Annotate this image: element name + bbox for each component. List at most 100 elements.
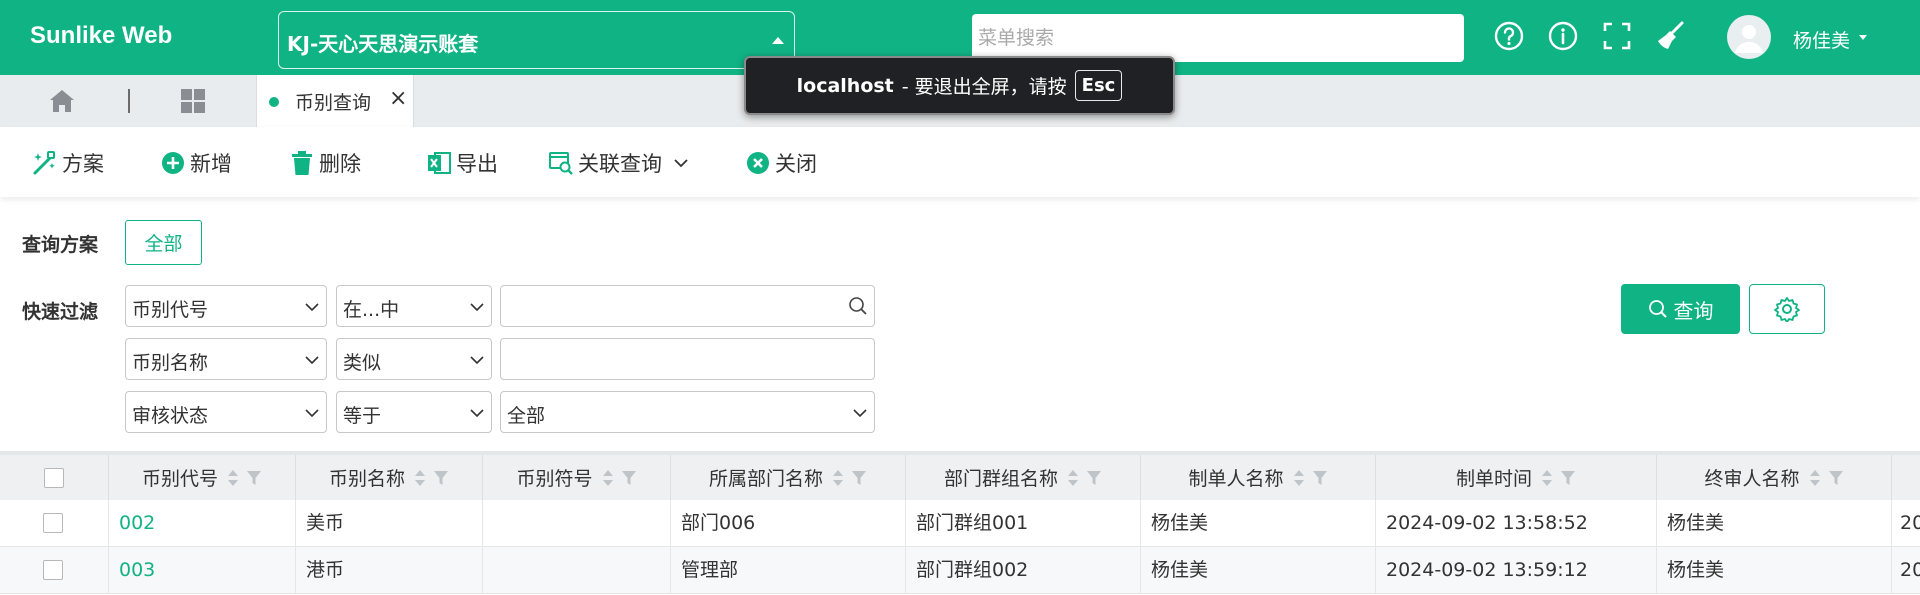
table-cell: 杨佳美 bbox=[1657, 500, 1892, 546]
account-selector[interactable]: KJ-天心天思演示账套 bbox=[278, 11, 795, 69]
export-button[interactable]: 导出 bbox=[426, 147, 498, 179]
help-circle-icon[interactable] bbox=[1493, 20, 1525, 52]
table-cell: 2024-09-02 13:59:12 bbox=[1376, 547, 1657, 593]
sort-icon[interactable] bbox=[601, 468, 615, 488]
search-icon[interactable] bbox=[848, 296, 868, 316]
table-cell: 部门006 bbox=[671, 500, 906, 546]
filter-operator-select-2[interactable]: 类似 bbox=[336, 338, 492, 380]
sort-icon[interactable] bbox=[1292, 468, 1306, 488]
excel-icon bbox=[428, 152, 451, 174]
row-select-cell bbox=[0, 500, 109, 546]
table-row[interactable]: 002 美币 部门006 部门群组001 杨佳美 2024-09-02 13:5… bbox=[0, 500, 1920, 547]
trash-icon bbox=[292, 151, 312, 175]
quick-filter-label: 快速过滤 bbox=[22, 301, 99, 323]
sort-icon[interactable] bbox=[831, 468, 845, 488]
info-circle-icon[interactable] bbox=[1547, 20, 1579, 52]
filter-icon[interactable] bbox=[246, 469, 262, 487]
active-dot-icon bbox=[269, 97, 279, 107]
filter-icon[interactable] bbox=[1312, 469, 1328, 487]
sort-icon[interactable] bbox=[226, 468, 240, 488]
chevron-down-icon bbox=[470, 303, 484, 312]
table-cell: 部门群组001 bbox=[906, 500, 1141, 546]
sort-icon[interactable] bbox=[1066, 468, 1080, 488]
column-header[interactable]: 终审人名称 bbox=[1657, 455, 1892, 500]
filter-field-select-1[interactable]: 币别代号 bbox=[125, 285, 327, 327]
delete-button[interactable]: 删除 bbox=[289, 147, 361, 179]
delete-button-label: 删除 bbox=[319, 152, 361, 176]
settings-button[interactable] bbox=[1749, 284, 1825, 334]
filter-icon[interactable] bbox=[851, 469, 867, 487]
chevron-down-icon[interactable] bbox=[1859, 35, 1867, 40]
scheme-button[interactable]: 方案 bbox=[32, 147, 104, 179]
row-checkbox[interactable] bbox=[43, 513, 63, 533]
column-header[interactable]: 制单人名称 bbox=[1141, 455, 1376, 500]
tab-currency-query[interactable]: 币别查询 × bbox=[256, 75, 414, 127]
filter-icon[interactable] bbox=[1828, 469, 1844, 487]
sort-icon[interactable] bbox=[1540, 468, 1554, 488]
related-search-icon bbox=[549, 152, 573, 175]
user-name[interactable]: 杨佳美 bbox=[1793, 26, 1850, 53]
filter-value-select-3[interactable]: 全部 bbox=[500, 391, 875, 433]
filter-field-select-2[interactable]: 币别名称 bbox=[125, 338, 327, 380]
broom-icon[interactable] bbox=[1655, 20, 1687, 52]
filter-value-input-2[interactable] bbox=[500, 338, 875, 380]
scheme-wand-icon bbox=[33, 151, 55, 175]
chevron-down-icon bbox=[305, 303, 319, 312]
export-button-label: 导出 bbox=[456, 152, 498, 176]
close-icon[interactable]: × bbox=[389, 86, 407, 111]
column-header[interactable]: 币别符号 bbox=[483, 455, 671, 500]
grid-icon[interactable] bbox=[178, 86, 208, 116]
close-button[interactable]: 关闭 bbox=[745, 147, 817, 179]
query-button[interactable]: 查询 bbox=[1621, 284, 1740, 334]
fullscreen-notice-host: localhost bbox=[796, 74, 894, 97]
scheme-button-label: 方案 bbox=[62, 152, 104, 176]
table-cell bbox=[483, 500, 671, 546]
sort-icon[interactable] bbox=[1808, 468, 1822, 488]
chevron-down-icon bbox=[305, 409, 319, 418]
table-cell: 部门群组002 bbox=[906, 547, 1141, 593]
column-header[interactable]: 币别代号 bbox=[109, 455, 296, 500]
search-icon bbox=[1648, 300, 1667, 318]
column-header[interactable]: 部门群组名称 bbox=[906, 455, 1141, 500]
currency-code-link[interactable]: 002 bbox=[109, 500, 296, 546]
gear-icon bbox=[1774, 297, 1800, 322]
select-all-checkbox[interactable] bbox=[44, 467, 64, 488]
filter-operator-select-3[interactable]: 等于 bbox=[336, 391, 492, 433]
brand-logo: Sunlike Web bbox=[30, 22, 173, 49]
related-query-button[interactable]: 关联查询 bbox=[548, 147, 694, 179]
currency-grid: 币别代号 币别名称 币别符号 所属部门名称 部门群组名称 制单人名称 制单时间 … bbox=[0, 451, 1920, 595]
filter-field-select-3[interactable]: 审核状态 bbox=[125, 391, 327, 433]
column-header[interactable]: 所属部门名称 bbox=[671, 455, 906, 500]
caret-up-icon bbox=[772, 37, 784, 44]
filter-icon[interactable] bbox=[1560, 469, 1576, 487]
menu-search-input[interactable] bbox=[972, 14, 1464, 62]
column-header[interactable]: 制单时间 bbox=[1376, 455, 1657, 500]
scheme-all-button[interactable]: 全部 bbox=[125, 220, 202, 265]
chevron-down-icon bbox=[853, 409, 867, 418]
account-selector-label: KJ-天心天思演示账套 bbox=[287, 32, 479, 56]
column-header[interactable]: 币别名称 bbox=[296, 455, 483, 500]
table-cell: 杨佳美 bbox=[1657, 547, 1892, 593]
related-query-button-label: 关联查询 bbox=[578, 152, 662, 176]
row-checkbox[interactable] bbox=[43, 560, 63, 580]
sort-icon[interactable] bbox=[413, 468, 427, 488]
currency-code-link[interactable]: 003 bbox=[109, 547, 296, 593]
filter-icon[interactable] bbox=[1086, 469, 1102, 487]
add-button[interactable]: 新增 bbox=[160, 147, 232, 179]
filter-value-input-1[interactable] bbox=[500, 285, 875, 327]
header-select-all-cell bbox=[0, 455, 109, 500]
add-button-label: 新增 bbox=[190, 152, 232, 176]
home-icon[interactable] bbox=[47, 86, 77, 116]
filter-icon[interactable] bbox=[433, 469, 449, 487]
table-cell: 管理部 bbox=[671, 547, 906, 593]
avatar[interactable] bbox=[1727, 15, 1771, 59]
fullscreen-icon[interactable] bbox=[1601, 20, 1633, 52]
chevron-down-icon bbox=[674, 159, 688, 168]
fullscreen-notice-message: - 要退出全屏，请按 bbox=[901, 76, 1067, 98]
toolbar: 方案 新增 删除 导出 关联查询 关闭 bbox=[0, 127, 1920, 197]
filter-operator-select-1[interactable]: 在...中 bbox=[336, 285, 492, 327]
table-cell: 杨佳美 bbox=[1141, 547, 1376, 593]
table-row[interactable]: 003 港币 管理部 部门群组002 杨佳美 2024-09-02 13:59:… bbox=[0, 547, 1920, 594]
filter-icon[interactable] bbox=[621, 469, 637, 487]
table-cell: 港币 bbox=[296, 547, 483, 593]
